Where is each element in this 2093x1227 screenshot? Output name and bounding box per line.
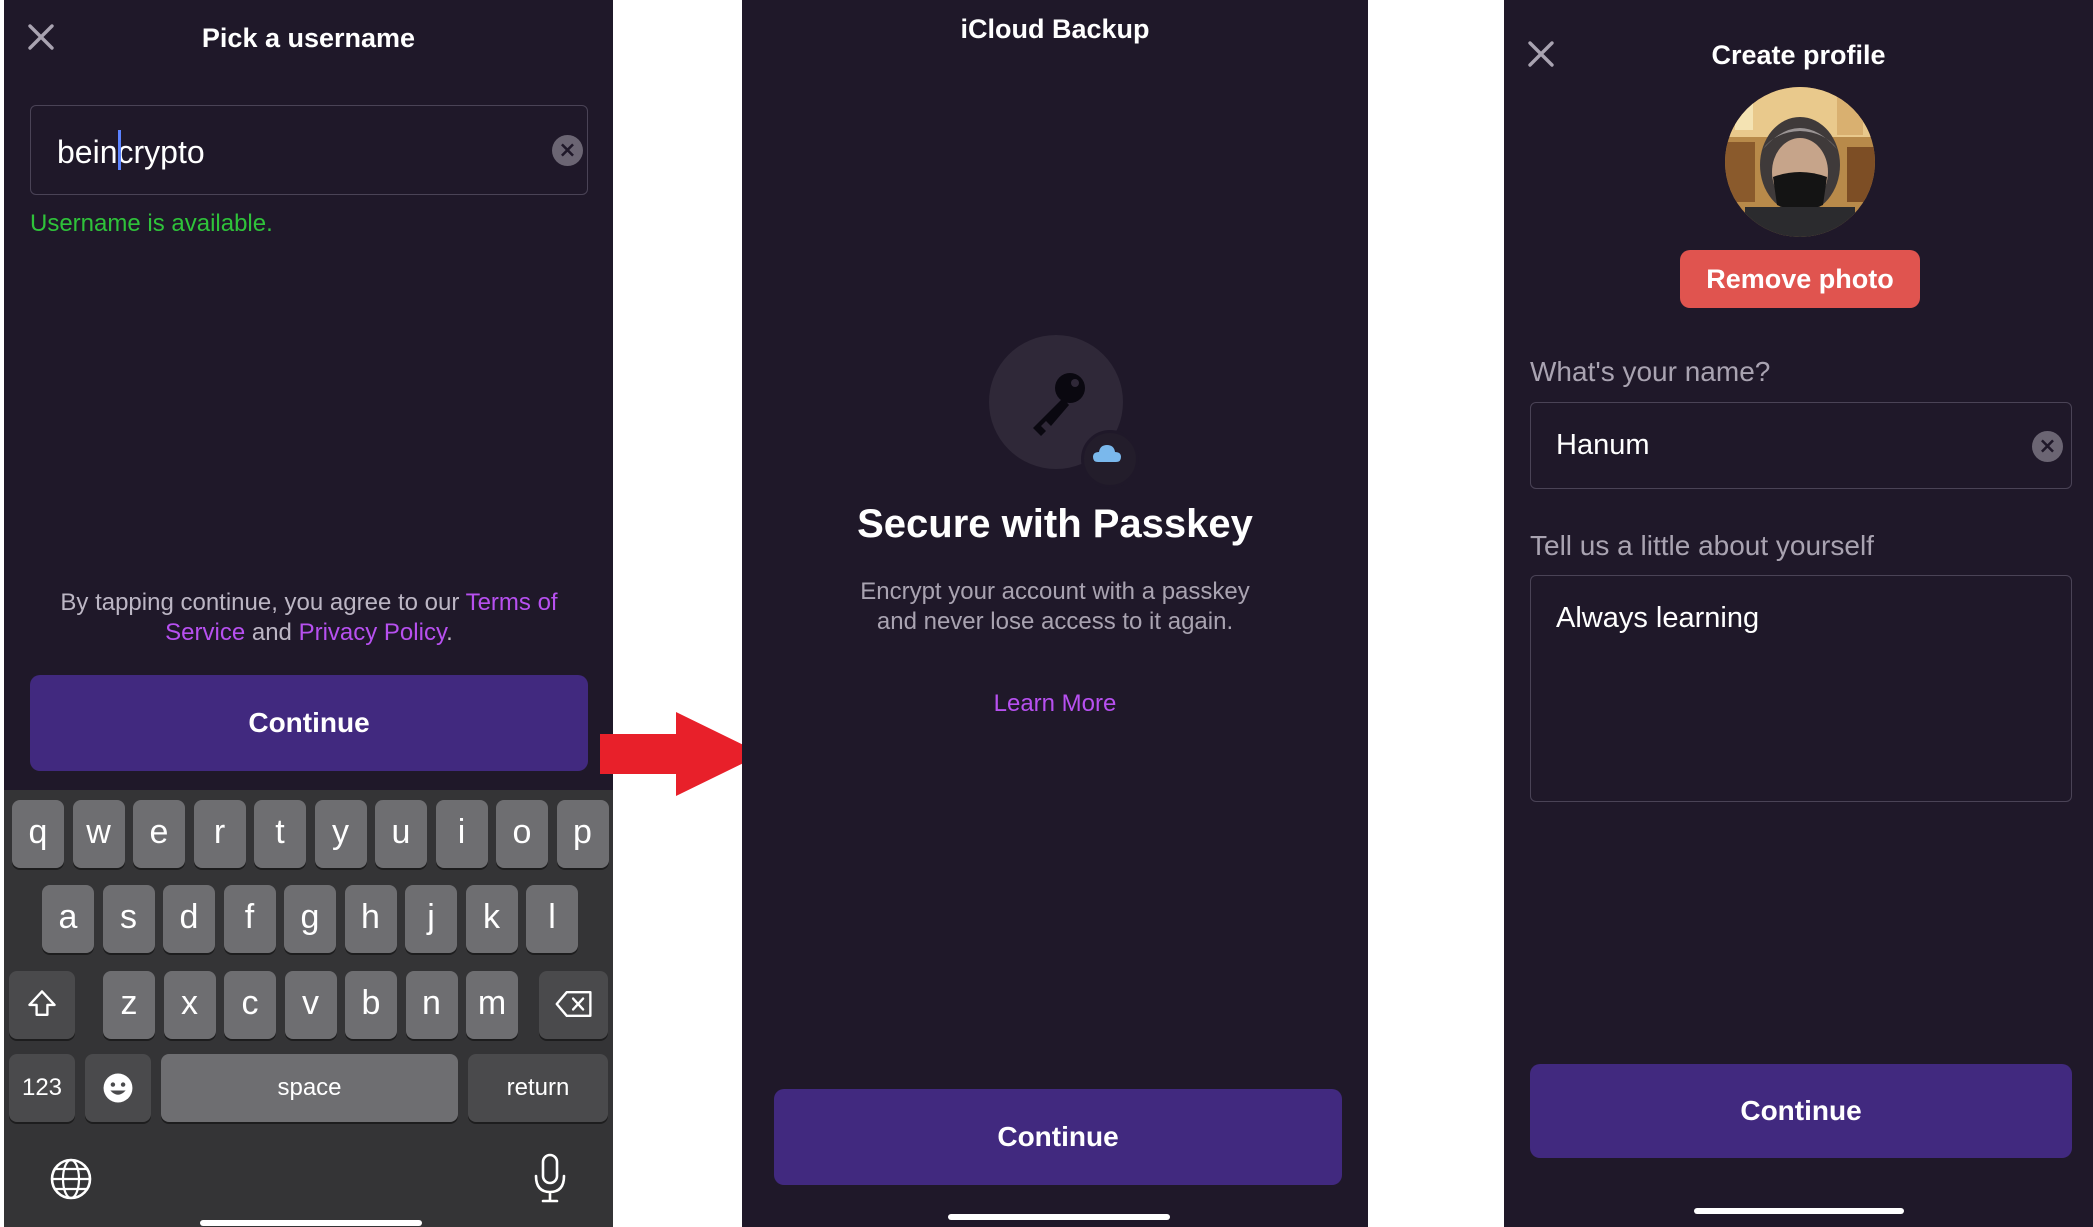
key-h[interactable]: h xyxy=(344,885,397,953)
avatar[interactable] xyxy=(1725,87,1875,237)
shift-key[interactable] xyxy=(9,971,75,1039)
space-key[interactable]: space xyxy=(161,1054,458,1122)
page-title: Pick a username xyxy=(201,23,416,53)
pick-username-screen: Pick a username beincrypto × Username is… xyxy=(4,0,613,1227)
text-cursor xyxy=(118,130,121,170)
home-indicator xyxy=(948,1214,1170,1220)
globe-icon[interactable] xyxy=(48,1156,94,1202)
username-input[interactable]: beincrypto × xyxy=(30,105,588,195)
learn-more-link[interactable]: Learn More xyxy=(742,690,1368,718)
backspace-key[interactable] xyxy=(539,971,608,1039)
page-title: iCloud Backup xyxy=(960,14,1150,44)
key-m[interactable]: m xyxy=(466,971,518,1039)
key-b[interactable]: b xyxy=(345,971,397,1039)
numbers-key[interactable]: 123 xyxy=(9,1054,75,1122)
onscreen-keyboard: qwertyuiop asdfghjkl zxcvbnm 123 space r… xyxy=(4,790,613,1227)
key-z[interactable]: z xyxy=(103,971,155,1039)
description: Encrypt your account with a passkey and … xyxy=(860,578,1250,635)
key-r[interactable]: r xyxy=(193,800,246,868)
key-f[interactable]: f xyxy=(223,885,276,953)
about-textarea[interactable]: Always learning xyxy=(1530,575,2072,802)
terms-middle: and xyxy=(245,619,299,646)
key-k[interactable]: k xyxy=(465,885,518,953)
key-n[interactable]: n xyxy=(405,971,458,1039)
create-profile-screen: Create profile Remove photo What's your … xyxy=(1504,0,2093,1227)
key-q[interactable]: q xyxy=(12,800,64,868)
home-indicator xyxy=(200,1220,422,1226)
key-d[interactable]: d xyxy=(163,885,215,953)
microphone-icon[interactable] xyxy=(532,1152,568,1204)
key-w[interactable]: w xyxy=(72,800,125,868)
page-title: Create profile xyxy=(1711,40,1886,70)
backspace-icon xyxy=(555,991,592,1017)
key-s[interactable]: s xyxy=(102,885,155,953)
key-v[interactable]: v xyxy=(284,971,337,1039)
clear-input-icon[interactable]: × xyxy=(2032,431,2063,462)
key-a[interactable]: a xyxy=(42,885,94,953)
key-u[interactable]: u xyxy=(375,800,427,868)
continue-button[interactable]: Continue xyxy=(774,1089,1342,1185)
key-p[interactable]: p xyxy=(556,800,609,868)
heading: Secure with Passkey xyxy=(857,502,1253,546)
key-x[interactable]: x xyxy=(163,971,216,1039)
privacy-policy-link[interactable]: Privacy Policy xyxy=(299,619,447,646)
name-value: Hanum xyxy=(1556,429,1650,461)
icloud-backup-screen: iCloud Backup Secure with Passkey Encryp… xyxy=(742,0,1368,1227)
terms-suffix: . xyxy=(446,619,453,646)
transition-arrow-icon xyxy=(600,712,762,796)
key-o[interactable]: o xyxy=(496,800,548,868)
key-t[interactable]: t xyxy=(254,800,306,868)
key-i[interactable]: i xyxy=(435,800,488,868)
name-input[interactable]: Hanum × xyxy=(1530,402,2072,489)
return-key[interactable]: return xyxy=(468,1054,608,1122)
key-j[interactable]: j xyxy=(405,885,457,953)
emoji-icon xyxy=(103,1073,133,1103)
terms-text: By tapping continue, you agree to our Te… xyxy=(24,588,594,648)
name-label: What's your name? xyxy=(1530,356,1771,387)
cloud-icon xyxy=(1081,430,1139,488)
shift-icon xyxy=(28,990,56,1016)
clear-input-icon[interactable]: × xyxy=(552,135,583,166)
about-value: Always learning xyxy=(1556,602,1760,634)
home-indicator xyxy=(1694,1208,1904,1214)
key-y[interactable]: y xyxy=(314,800,367,868)
key-e[interactable]: e xyxy=(133,800,185,868)
key-l[interactable]: l xyxy=(526,885,578,953)
about-label: Tell us a little about yourself xyxy=(1530,530,1874,561)
emoji-key[interactable] xyxy=(85,1054,151,1122)
username-value: beincrypto xyxy=(57,134,205,170)
terms-prefix: By tapping continue, you agree to our xyxy=(60,589,466,616)
remove-photo-button[interactable]: Remove photo xyxy=(1680,250,1920,308)
username-status: Username is available. xyxy=(30,210,273,237)
continue-button[interactable]: Continue xyxy=(30,675,588,771)
key-g[interactable]: g xyxy=(284,885,336,953)
continue-button[interactable]: Continue xyxy=(1530,1064,2072,1158)
key-c[interactable]: c xyxy=(224,971,276,1039)
